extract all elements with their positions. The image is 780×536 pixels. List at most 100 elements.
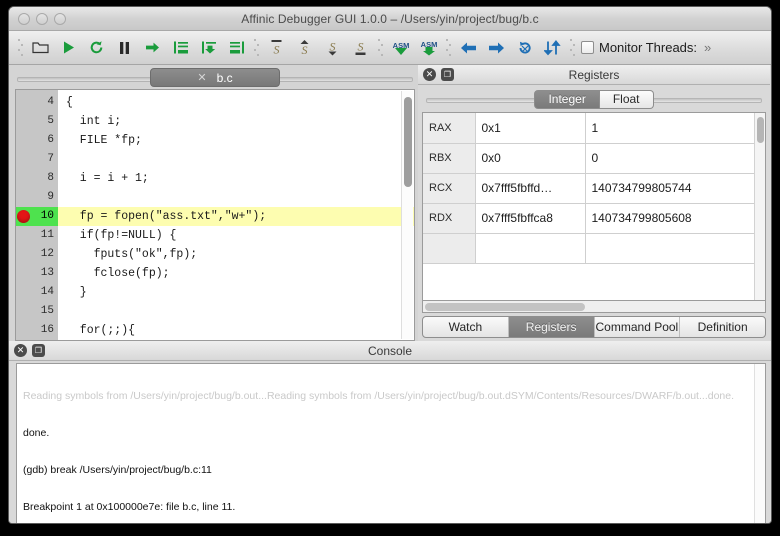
tab-watch[interactable]: Watch [423, 317, 509, 337]
table-row[interactable] [423, 233, 765, 264]
code-line: for(;;){ [66, 324, 136, 337]
register-hex[interactable]: 0x0 [475, 143, 586, 174]
monitor-threads-checkbox[interactable] [581, 41, 594, 54]
editor-tab-label: b.c [216, 70, 233, 85]
toolbar-grip [17, 35, 24, 60]
registers-vertical-scrollbar[interactable] [754, 113, 765, 300]
step-into-icon[interactable] [167, 34, 194, 61]
gutter-line[interactable]: 16 [16, 321, 58, 340]
step-source-bottom-icon[interactable]: S [347, 34, 374, 61]
register-hex[interactable] [475, 233, 586, 264]
editor-scroll-thumb[interactable] [404, 97, 412, 187]
registers-horizontal-scrollbar[interactable] [422, 301, 766, 313]
open-file-icon[interactable] [27, 34, 54, 61]
pause-icon[interactable] [111, 34, 138, 61]
continue-icon[interactable] [139, 34, 166, 61]
source-editor-pane: ✕ b.c 4 5 6 7 8 9 10 11 12 13 14 15 16 {… [9, 65, 418, 341]
breakpoint-icon[interactable] [17, 210, 30, 223]
code-line: } [66, 286, 87, 299]
restart-icon[interactable] [83, 34, 110, 61]
registers-mode-segmented: Integer Float [422, 89, 766, 109]
reverse-step-icon[interactable] [511, 34, 538, 61]
navigate-forward-icon[interactable] [483, 34, 510, 61]
table-row[interactable]: RCX 0x7fff5fbffd… 140734799805744 [423, 173, 765, 204]
svg-text:ASM: ASM [420, 40, 437, 49]
console-line: (gdb) break /Users/yin/project/bug/b.c:1… [23, 464, 212, 477]
code-line: { [66, 96, 73, 109]
tab-definition[interactable]: Definition [680, 317, 765, 337]
svg-text:ASM: ASM [392, 41, 409, 50]
monitor-threads-label: Monitor Threads: [599, 40, 698, 55]
code-line: FILE *fp; [66, 134, 142, 147]
register-name: RDX [423, 203, 476, 234]
app-window: Affinic Debugger GUI 1.0.0 – /Users/yin/… [8, 6, 772, 524]
console-output[interactable]: Reading symbols from /Users/yin/project/… [16, 363, 766, 523]
registers-table[interactable]: RAX 0x1 1 RBX 0x0 0 RCX 0x7fff5fbffd… 14… [422, 112, 766, 301]
registers-pane-title: Registers [568, 67, 620, 82]
gutter-line[interactable]: 7 [16, 150, 58, 169]
segment-integer[interactable]: Integer [534, 89, 600, 109]
gutter-line[interactable]: 11 [16, 226, 58, 245]
line-number-gutter[interactable]: 4 5 6 7 8 9 10 11 12 13 14 15 16 [16, 90, 58, 340]
editor-vertical-scrollbar[interactable] [401, 91, 413, 339]
asm-step-into-icon[interactable]: ASM [387, 34, 414, 61]
close-icon[interactable]: ✕ [197, 71, 206, 84]
register-dec[interactable] [585, 233, 765, 264]
registers-scroll-thumb[interactable] [757, 117, 764, 143]
title-bar: Affinic Debugger GUI 1.0.0 – /Users/yin/… [9, 7, 771, 31]
step-source-down-icon[interactable]: S [319, 34, 346, 61]
register-hex[interactable]: 0x7fff5fbffd… [475, 173, 586, 204]
code-text[interactable]: { int i; FILE *fp; i = i + 1; fp = fopen… [58, 90, 414, 340]
tab-registers[interactable]: Registers [508, 317, 595, 337]
svg-text:S: S [358, 40, 364, 54]
register-dec[interactable]: 140734799805744 [585, 173, 765, 204]
gutter-line[interactable]: 9 [16, 188, 58, 207]
editor-tabstrip: ✕ b.c [15, 67, 415, 88]
gutter-line[interactable]: 15 [16, 302, 58, 321]
gutter-line[interactable]: 5 [16, 112, 58, 131]
table-row[interactable]: RAX 0x1 1 [423, 113, 765, 144]
code-line: i = i + 1; [66, 172, 149, 185]
gutter-line[interactable]: 14 [16, 283, 58, 302]
console-vertical-scrollbar[interactable] [754, 364, 765, 523]
registers-pane: ✕ ❐ Registers Integer Float RAX 0x1 1 RB… [418, 65, 771, 341]
register-dec[interactable]: 1 [585, 113, 765, 144]
gutter-line[interactable]: 6 [16, 131, 58, 150]
step-source-up-icon[interactable]: S [291, 34, 318, 61]
tab-command-pool[interactable]: Command Pool [595, 317, 681, 337]
gutter-line-current[interactable]: 10 [16, 207, 58, 226]
gutter-line[interactable]: 4 [16, 93, 58, 112]
sort-frames-icon[interactable] [539, 34, 566, 61]
register-name: RAX [423, 113, 476, 144]
code-line-current: fp = fopen("ass.txt","w+"); [58, 207, 414, 226]
code-line: if(fp!=NULL) { [66, 229, 177, 242]
table-row[interactable]: RDX 0x7fff5fbffca8 140734799805608 [423, 203, 765, 234]
step-source-top-icon[interactable]: S [263, 34, 290, 61]
asm-step-over-icon[interactable]: ASM [415, 34, 442, 61]
svg-text:S: S [330, 40, 336, 54]
register-hex[interactable]: 0x7fff5fbffca8 [475, 203, 586, 234]
code-area[interactable]: 4 5 6 7 8 9 10 11 12 13 14 15 16 { int i [15, 89, 415, 341]
run-icon[interactable] [55, 34, 82, 61]
step-over-icon[interactable] [195, 34, 222, 61]
registers-body: Integer Float RAX 0x1 1 RBX 0x0 0 RCX 0x… [418, 85, 770, 313]
registers-hscroll-thumb[interactable] [425, 303, 585, 311]
monitor-threads-control[interactable]: Monitor Threads: [581, 40, 697, 55]
table-row[interactable]: RBX 0x0 0 [423, 143, 765, 174]
gutter-line[interactable]: 12 [16, 245, 58, 264]
step-out-icon[interactable] [223, 34, 250, 61]
toolbar-overflow-icon[interactable]: » [704, 40, 711, 55]
navigate-back-icon[interactable] [455, 34, 482, 61]
register-hex[interactable]: 0x1 [475, 113, 586, 144]
svg-text:S: S [274, 43, 280, 57]
gutter-line[interactable]: 8 [16, 169, 58, 188]
register-dec[interactable]: 0 [585, 143, 765, 174]
gutter-line[interactable]: 13 [16, 264, 58, 283]
console-pane-title: Console [367, 343, 413, 358]
register-dec[interactable]: 140734799805608 [585, 203, 765, 234]
segment-float[interactable]: Float [599, 89, 654, 109]
editor-tab-bc[interactable]: ✕ b.c [150, 68, 280, 87]
console-pane: ✕ ❐ Console Reading symbols from /Users/… [9, 341, 771, 523]
register-name [423, 233, 476, 264]
